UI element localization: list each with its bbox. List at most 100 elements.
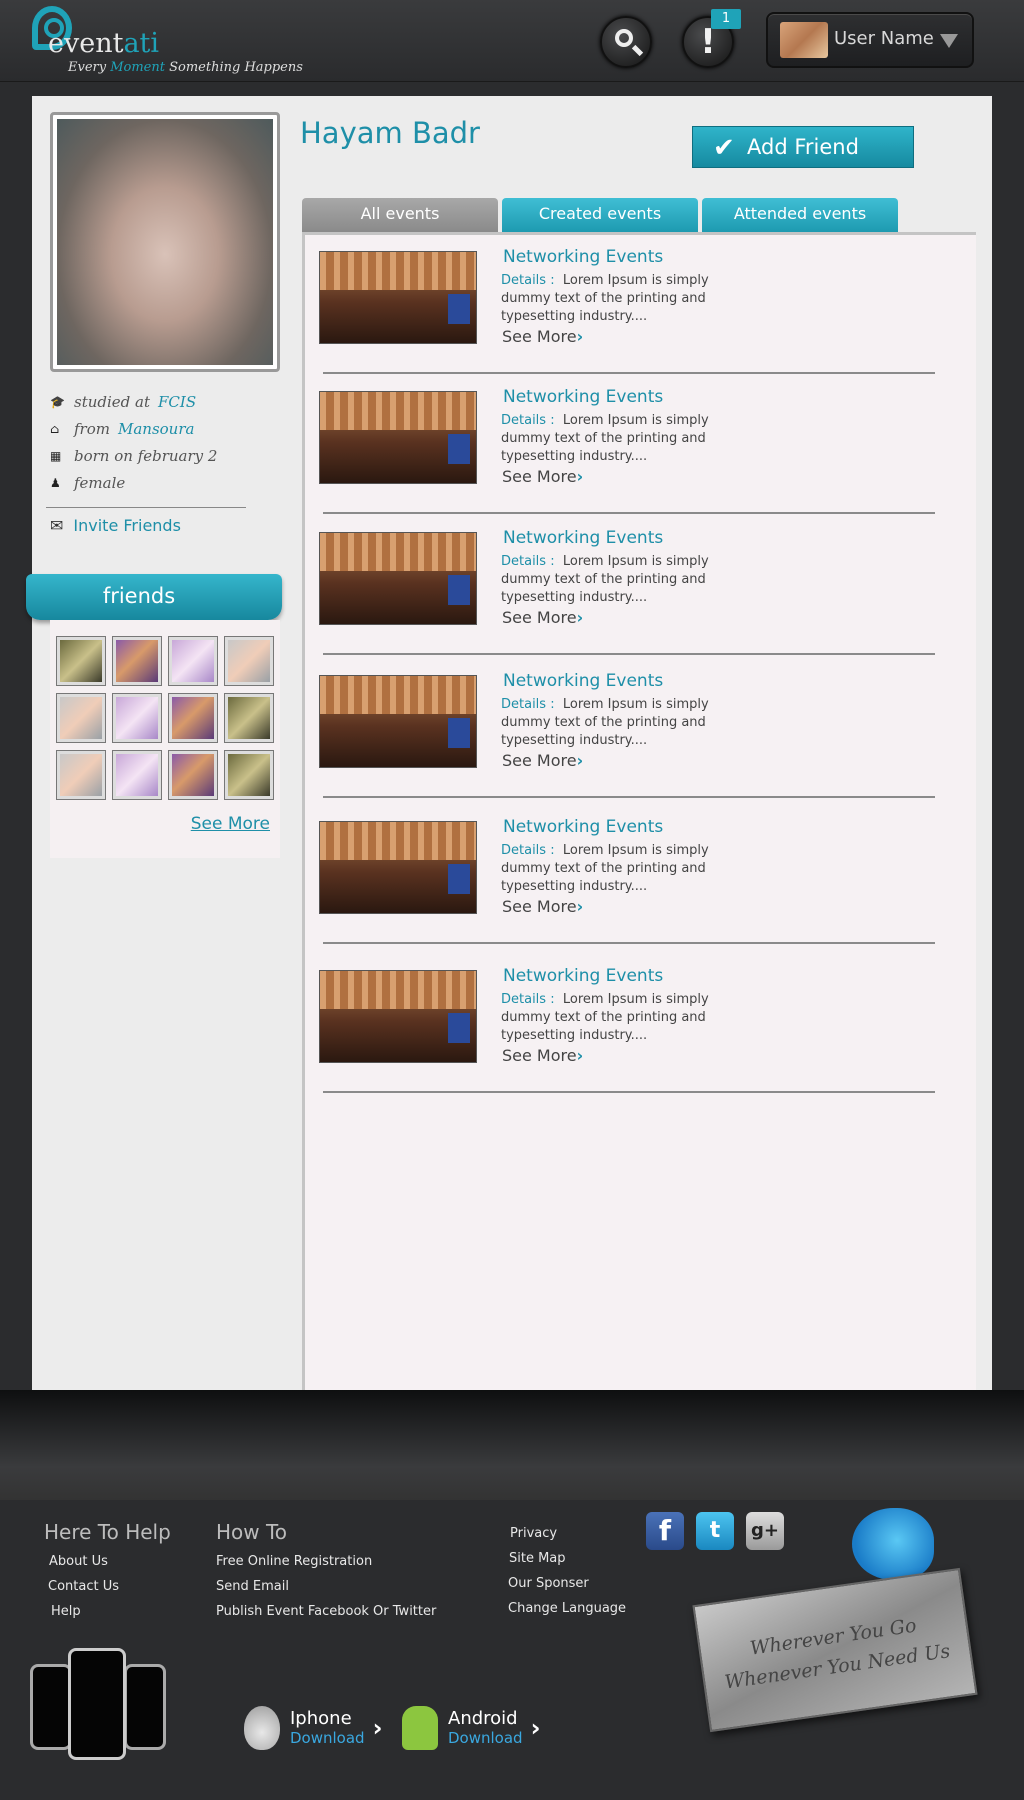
- friend-avatar[interactable]: [56, 693, 106, 743]
- top-header: eventati Every Moment Something Happens …: [0, 0, 1024, 82]
- event-title[interactable]: Networking Events: [503, 528, 663, 548]
- event-thumbnail[interactable]: [319, 970, 477, 1063]
- event-title[interactable]: Networking Events: [503, 671, 663, 691]
- info-birthday: ▦ born on february 2: [50, 446, 218, 465]
- divider: [323, 512, 935, 514]
- event-details: Details : Lorem Ipsum is simply dummy te…: [501, 992, 709, 1043]
- tab-all-events[interactable]: All events: [302, 198, 498, 232]
- event-see-more-link[interactable]: See More›: [502, 751, 583, 770]
- info-hometown: ⌂ from Mansoura: [50, 419, 195, 438]
- event-title[interactable]: Networking Events: [503, 247, 663, 267]
- footer-link-site-map[interactable]: Site Map: [508, 1551, 626, 1576]
- search-icon: [615, 29, 633, 47]
- footer-link-language[interactable]: Change Language: [508, 1601, 626, 1626]
- friends-header: friends: [26, 574, 282, 620]
- chevron-right-icon: ›: [576, 467, 584, 486]
- friend-avatar[interactable]: [224, 636, 274, 686]
- event-item: Networking Events Details : Lorem Ipsum …: [305, 659, 945, 799]
- profile-info-list: 🎓 studied at FCIS ⌂ from Mansoura ▦ born…: [50, 388, 270, 496]
- twitter-icon[interactable]: t: [696, 1512, 734, 1550]
- profile-card: 🎓 studied at FCIS ⌂ from Mansoura ▦ born…: [26, 96, 992, 1416]
- footer-link-help[interactable]: Help: [44, 1604, 171, 1629]
- info-education: 🎓 studied at FCIS: [50, 392, 197, 411]
- hometown-link[interactable]: Mansoura: [118, 420, 194, 438]
- divider: [46, 507, 246, 508]
- event-thumbnail[interactable]: [319, 391, 477, 484]
- footer-howto-column: How To Free Online Registration Send Ema…: [216, 1520, 436, 1629]
- event-thumbnail[interactable]: [319, 251, 477, 344]
- event-thumbnail[interactable]: [319, 675, 477, 768]
- user-menu[interactable]: User Name: [766, 12, 974, 68]
- eventati-logo[interactable]: eventati Every Moment Something Happens: [30, 4, 303, 78]
- friend-avatar[interactable]: [168, 750, 218, 800]
- event-item: Networking Events Details : Lorem Ipsum …: [305, 375, 945, 515]
- friend-avatar[interactable]: [56, 750, 106, 800]
- event-thumbnail[interactable]: [319, 821, 477, 914]
- chevron-down-icon: [940, 34, 958, 48]
- chevron-right-icon: ›: [576, 897, 584, 916]
- divider: [323, 1091, 935, 1093]
- friend-avatar[interactable]: [112, 750, 162, 800]
- google-plus-icon[interactable]: g+: [746, 1512, 784, 1550]
- notification-count-badge: 1: [711, 9, 741, 29]
- add-friend-button[interactable]: ✔ Add Friend: [692, 126, 914, 168]
- event-title[interactable]: Networking Events: [503, 966, 663, 986]
- friend-avatar[interactable]: [56, 636, 106, 686]
- event-details: Details : Lorem Ipsum is simply dummy te…: [501, 697, 709, 748]
- school-link[interactable]: FCIS: [158, 393, 196, 411]
- graduation-cap-icon: 🎓: [50, 394, 65, 409]
- event-details: Details : Lorem Ipsum is simply dummy te…: [501, 554, 709, 605]
- calendar-icon: ▦: [50, 448, 62, 463]
- phones-icon: [30, 1648, 166, 1760]
- info-gender: ♟ female: [50, 473, 126, 492]
- person-icon: ♟: [50, 475, 61, 490]
- event-title[interactable]: Networking Events: [503, 817, 663, 837]
- event-see-more-link[interactable]: See More›: [502, 1046, 583, 1065]
- footer-link-registration[interactable]: Free Online Registration: [216, 1554, 436, 1579]
- event-item: Networking Events Details : Lorem Ipsum …: [305, 516, 945, 656]
- user-name: User Name: [834, 28, 934, 49]
- events-list: Networking Events Details : Lorem Ipsum …: [302, 235, 976, 1395]
- friends-see-more-link[interactable]: See More: [191, 814, 270, 834]
- friend-avatar[interactable]: [224, 693, 274, 743]
- facebook-icon[interactable]: f: [646, 1512, 684, 1550]
- tab-attended-events[interactable]: Attended events: [702, 198, 898, 232]
- chevron-right-icon: ›: [576, 751, 584, 770]
- friends-grid: See More: [50, 620, 280, 858]
- event-see-more-link[interactable]: See More›: [502, 467, 583, 486]
- footer-heading: Here To Help: [44, 1520, 171, 1544]
- footer-link-contact[interactable]: Contact Us: [44, 1579, 171, 1604]
- friend-avatar[interactable]: [112, 636, 162, 686]
- footer-heading: How To: [216, 1520, 288, 1544]
- friend-avatar[interactable]: [168, 636, 218, 686]
- event-thumbnail[interactable]: [319, 532, 477, 625]
- footer-link-sponsor[interactable]: Our Sponser: [508, 1576, 626, 1601]
- tab-created-events[interactable]: Created events: [502, 198, 698, 232]
- footer-link-send-email[interactable]: Send Email: [216, 1579, 436, 1604]
- footer-link-publish-event[interactable]: Publish Event Facebook Or Twitter: [216, 1604, 436, 1629]
- android-download-button[interactable]: Android Download ›: [402, 1706, 540, 1750]
- friend-avatar[interactable]: [168, 693, 218, 743]
- event-details: Details : Lorem Ipsum is simply dummy te…: [501, 843, 709, 894]
- divider: [323, 653, 935, 655]
- iphone-download-button[interactable]: Iphone Download ›: [244, 1706, 382, 1750]
- footer-link-privacy[interactable]: Privacy: [508, 1526, 626, 1551]
- friend-avatar[interactable]: [112, 693, 162, 743]
- divider: [323, 942, 935, 944]
- friend-avatar[interactable]: [224, 750, 274, 800]
- logo-tagline: Every Moment Something Happens: [68, 60, 303, 75]
- footer-link-about[interactable]: About Us: [44, 1554, 171, 1579]
- event-title[interactable]: Networking Events: [503, 387, 663, 407]
- profile-photo: [50, 112, 280, 372]
- event-see-more-link[interactable]: See More›: [502, 608, 583, 627]
- event-see-more-link[interactable]: See More›: [502, 327, 583, 346]
- footer-band: [0, 1390, 1024, 1500]
- footer-help-column: Here To Help About Us Contact Us Help: [44, 1520, 171, 1629]
- invite-friends-link[interactable]: ✉ Invite Friends: [50, 516, 181, 535]
- event-item: Networking Events Details : Lorem Ipsum …: [305, 805, 945, 945]
- apple-icon: [244, 1706, 280, 1750]
- search-button[interactable]: [600, 16, 652, 68]
- event-see-more-link[interactable]: See More›: [502, 897, 583, 916]
- chevron-right-icon: ›: [576, 1046, 584, 1065]
- chevron-right-icon: ›: [372, 1714, 383, 1742]
